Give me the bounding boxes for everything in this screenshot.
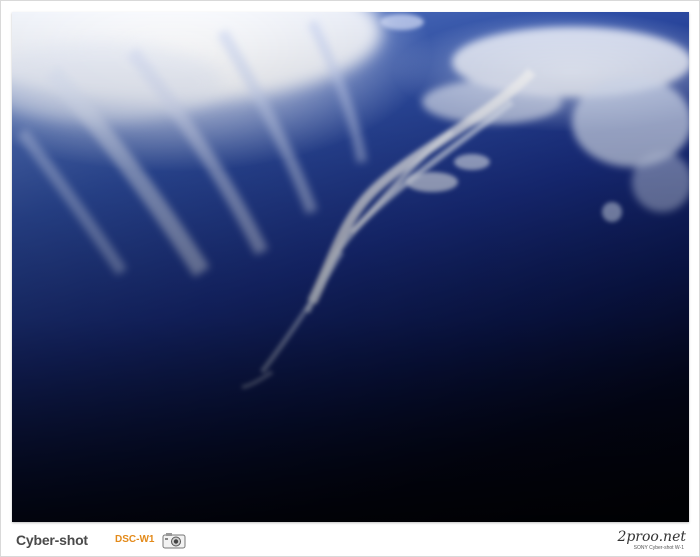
model-name: DSC-W1 <box>115 534 155 545</box>
photo-footer: Cyber-shot DSC-W1 2proo.net SONY Cyber-s… <box>12 525 688 555</box>
cloud-layer <box>12 12 689 522</box>
sky-photo <box>12 12 689 522</box>
brand-name: Cyber-shot <box>16 532 88 548</box>
camera-icon <box>162 532 186 549</box>
photo-frame: Cyber-shot DSC-W1 2proo.net SONY Cyber-s… <box>0 0 700 557</box>
site-subtitle: SONY Cyber-shot W-1 <box>633 545 684 551</box>
site-name: 2proo.net <box>617 529 686 545</box>
